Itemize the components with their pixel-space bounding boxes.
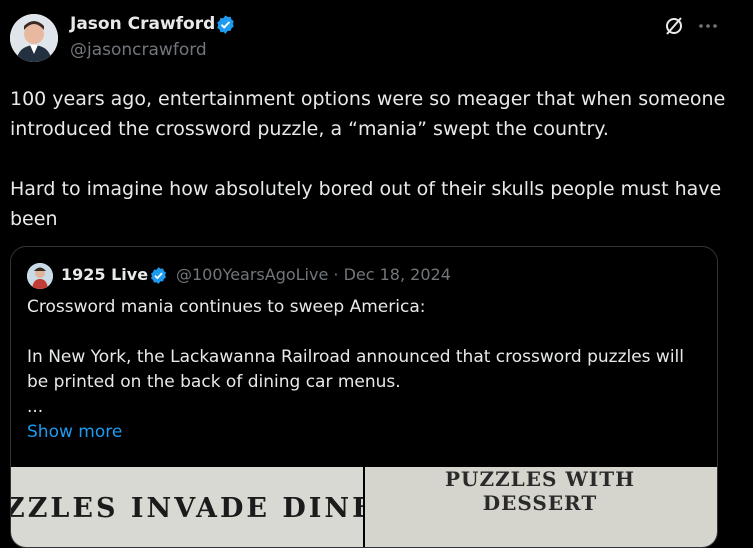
author-name[interactable]: Jason Crawford — [70, 14, 215, 34]
quote-handle-date: @100YearsAgoLive · Dec 18, 2024 — [176, 265, 451, 284]
show-more-link[interactable]: Show more — [27, 422, 122, 442]
tweet-text: 100 years ago, entertainment options wer… — [10, 88, 726, 230]
quoted-tweet-card[interactable]: 1925 Live @100YearsAgoLive · Dec 18, 202… — [10, 246, 718, 548]
author-avatar[interactable] — [10, 14, 58, 62]
quote-author-name[interactable]: 1925 Live — [61, 265, 148, 284]
more-dots-icon[interactable] — [696, 14, 720, 38]
newspaper-headline-left: ZZLES INVADE DINE — [11, 493, 363, 524]
newspaper-image-right[interactable]: PUZZLES WITH DESSERT — [365, 467, 717, 547]
verified-badge-icon — [217, 15, 234, 34]
grok-icon[interactable] — [662, 14, 686, 38]
quote-media[interactable]: ZZLES INVADE DINE PUZZLES WITH DESSERT — [11, 467, 717, 547]
quote-text: Crossword mania continues to sweep Ameri… — [27, 297, 685, 417]
author-handle[interactable]: @jasoncrawford — [70, 40, 207, 60]
newspaper-image-left[interactable]: ZZLES INVADE DINE — [11, 467, 363, 547]
quote-verified-badge-icon — [151, 267, 166, 284]
newspaper-headline-right: PUZZLES WITH DESSERT — [445, 467, 635, 515]
quote-avatar[interactable] — [27, 263, 53, 289]
